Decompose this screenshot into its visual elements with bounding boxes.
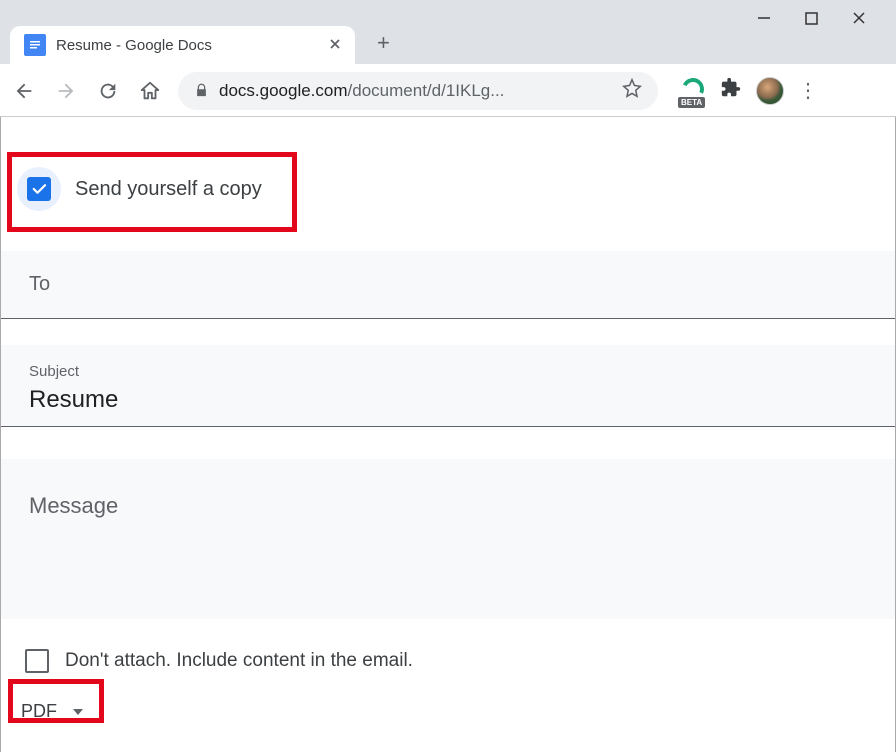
send-copy-checkbox[interactable] <box>27 177 51 201</box>
url-text: docs.google.com/document/d/1IKLg... <box>219 81 504 101</box>
close-icon[interactable] <box>852 11 866 25</box>
send-copy-checkbox-wrap <box>17 167 61 211</box>
browser-toolbar: docs.google.com/document/d/1IKLg... BETA… <box>0 64 896 116</box>
subject-value: Resume <box>29 386 867 414</box>
chevron-down-icon <box>73 709 83 715</box>
extension-area: BETA ⋮ <box>680 77 818 105</box>
subject-field[interactable]: Subject Resume <box>1 345 895 427</box>
docs-favicon-icon <box>24 34 46 56</box>
tab-close-icon[interactable] <box>329 37 341 54</box>
send-copy-label: Send yourself a copy <box>75 178 262 201</box>
lock-icon <box>194 83 209 98</box>
reload-button[interactable] <box>94 77 122 105</box>
extensions-icon[interactable] <box>720 77 742 104</box>
subject-label: Subject <box>29 363 867 380</box>
message-field[interactable]: Message <box>1 459 895 619</box>
forward-button[interactable] <box>52 77 80 105</box>
to-label: To <box>29 273 867 296</box>
home-button[interactable] <box>136 77 164 105</box>
to-field[interactable]: To <box>1 251 895 319</box>
check-icon <box>30 180 48 198</box>
browser-chrome: Resume - Google Docs + docs.google.com/d… <box>0 0 896 117</box>
profile-avatar[interactable] <box>756 77 784 105</box>
email-dialog: Send yourself a copy To Subject Resume M… <box>0 117 896 752</box>
extension-beta-icon[interactable]: BETA <box>680 78 706 104</box>
format-label: PDF <box>21 701 57 722</box>
format-dropdown[interactable]: PDF <box>1 691 895 742</box>
dont-attach-row[interactable]: Don't attach. Include content in the ema… <box>1 619 895 691</box>
message-label: Message <box>29 493 867 519</box>
maximize-icon[interactable] <box>805 12 818 25</box>
window-controls <box>0 0 896 26</box>
back-button[interactable] <box>10 77 38 105</box>
dont-attach-checkbox[interactable] <box>25 649 49 673</box>
new-tab-button[interactable]: + <box>377 30 390 56</box>
send-copy-row[interactable]: Send yourself a copy <box>1 117 895 251</box>
browser-tab[interactable]: Resume - Google Docs <box>10 26 355 64</box>
star-icon[interactable] <box>622 78 642 103</box>
minimize-icon[interactable] <box>757 11 771 25</box>
dont-attach-label: Don't attach. Include content in the ema… <box>65 650 413 672</box>
tab-title: Resume - Google Docs <box>56 37 319 54</box>
tab-strip: Resume - Google Docs + <box>0 26 896 64</box>
browser-menu-icon[interactable]: ⋮ <box>798 78 818 103</box>
address-bar[interactable]: docs.google.com/document/d/1IKLg... <box>178 72 658 110</box>
